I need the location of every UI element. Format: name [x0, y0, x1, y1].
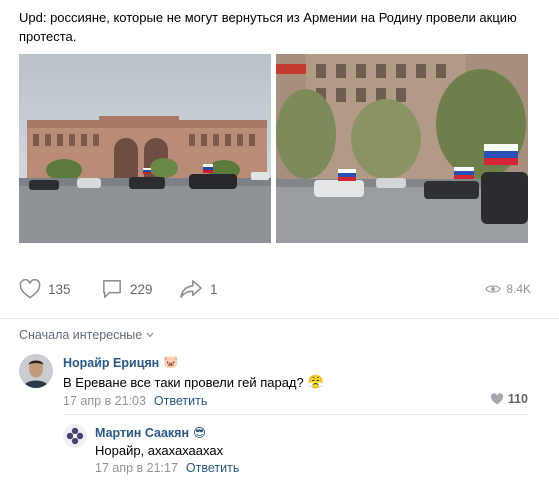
divider — [63, 414, 529, 415]
comment-like-button[interactable]: 110 — [490, 392, 528, 406]
share-count: 1 — [210, 281, 218, 297]
heart-icon — [19, 279, 41, 299]
comment-author-name: Норайр Ерицян — [63, 355, 160, 370]
sunglasses-emoji-icon: 😎 — [193, 426, 207, 440]
comment-author[interactable]: Мартин Саакян 😎 — [95, 425, 207, 441]
comment-text-body: Норайр, ахахахаахах — [95, 443, 224, 458]
chevron-down-icon — [146, 332, 154, 338]
heart-icon — [490, 393, 503, 405]
like-count: 135 — [48, 281, 71, 297]
sort-label: Сначала интересные — [19, 328, 143, 342]
comment-text: В Ереване все таки провели гей парад? 😤 — [63, 374, 324, 390]
angry-face-icon: 😤 — [307, 374, 324, 389]
comments-sort-dropdown[interactable]: Сначала интересные — [19, 328, 154, 342]
eye-icon — [485, 285, 502, 293]
comment-meta: 17 апр в 21:03 Ответить — [63, 394, 207, 408]
post-photo-1[interactable] — [19, 54, 271, 243]
post-photo-2[interactable] — [276, 54, 528, 243]
pig-emoji-icon: 🐷 — [163, 355, 179, 369]
comment-icon — [103, 280, 121, 298]
post-text: Upd: россияне, которые не могут вернутьс… — [19, 10, 517, 44]
comment-like-count: 110 — [507, 392, 528, 406]
photo-1-image — [19, 54, 271, 243]
comment-date[interactable]: 17 апр в 21:03 — [63, 394, 146, 408]
share-icon — [180, 280, 202, 298]
reply-button[interactable]: Ответить — [154, 394, 207, 408]
comment-text-body: В Ереване все таки провели гей парад? — [63, 374, 304, 390]
share-button[interactable]: 1 — [179, 278, 218, 300]
avatar[interactable] — [63, 424, 87, 448]
like-button[interactable]: 135 — [19, 278, 71, 300]
avatar[interactable] — [19, 354, 53, 388]
comment-date[interactable]: 17 апр в 21:17 — [95, 461, 178, 475]
comment-author[interactable]: Норайр Ерицян 🐷 — [63, 355, 179, 370]
comment-meta: 17 апр в 21:17 Ответить — [95, 461, 239, 475]
comment-author-name: Мартин Саакян — [95, 425, 190, 440]
reply-button[interactable]: Ответить — [186, 461, 239, 475]
comment-count: 229 — [130, 281, 153, 297]
views-counter: 8.4K — [485, 278, 531, 300]
comment-text: Норайр, ахахахаахах — [95, 443, 223, 458]
divider — [0, 318, 559, 319]
views-count: 8.4K — [506, 282, 531, 296]
comment-button[interactable]: 229 — [101, 278, 153, 300]
post-action-bar: 135 229 1 8.4K — [19, 278, 531, 300]
photo-2-image — [276, 54, 528, 243]
